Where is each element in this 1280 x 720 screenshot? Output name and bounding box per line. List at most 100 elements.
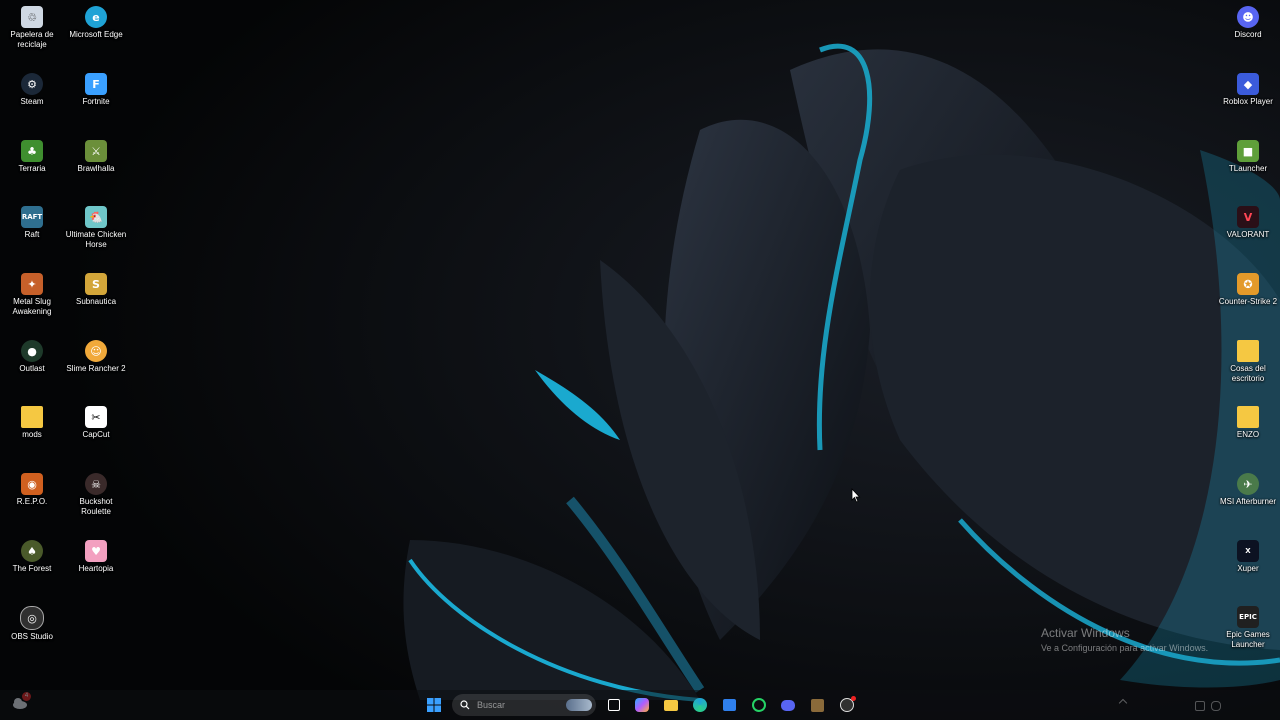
desktop-icon-slime-rancher-2[interactable]: ☺ Slime Rancher 2	[64, 337, 128, 374]
chicken-horse-icon: 🐔	[85, 206, 107, 228]
edge-icon: e	[85, 6, 107, 28]
desktop-icon-label: Heartopia	[78, 564, 114, 573]
the-forest-icon: ♠	[21, 540, 43, 562]
desktop-icon-recycle-bin[interactable]: ♲ Papelera de reciclaje	[0, 3, 64, 50]
heartopia-icon: ♥	[85, 540, 107, 562]
desktop-icon-repo[interactable]: ◉ R.E.P.O.	[0, 470, 64, 507]
desktop-icon-label: The Forest	[12, 564, 52, 573]
copilot-icon	[635, 698, 649, 712]
desktop-icon-label: Subnautica	[75, 297, 117, 306]
copilot-button[interactable]	[632, 695, 652, 715]
capcut-icon: ✂	[85, 406, 107, 428]
steam-icon: ⚙	[21, 73, 43, 95]
task-view-icon	[608, 699, 620, 711]
search-placeholder: Buscar	[477, 700, 506, 710]
start-button[interactable]	[424, 695, 444, 715]
whatsapp-icon	[752, 698, 766, 712]
desktop-icon-raft[interactable]: RAFT Raft	[0, 203, 64, 240]
watermark-title: Activar Windows	[1041, 626, 1130, 640]
network-icon[interactable]	[1195, 701, 1205, 711]
desktop-icon-metal-slug[interactable]: ✦ Metal Slug Awakening	[0, 270, 64, 317]
discord-icon: ☻	[1237, 6, 1259, 28]
desktop-icon-buckshot-roulette[interactable]: ☠ Buckshot Roulette	[64, 470, 128, 517]
task-view-button[interactable]	[604, 695, 624, 715]
desktop-icon-terraria[interactable]: ♣ Terraria	[0, 137, 64, 174]
mouse-cursor-icon	[851, 488, 861, 503]
edge-icon	[693, 698, 707, 712]
desktop-icon-capcut[interactable]: ✂ CapCut	[64, 403, 128, 440]
discord-taskbar-button[interactable]	[778, 695, 798, 715]
desktop-icon-label: Terraria	[18, 164, 46, 173]
desktop-icon-roblox-player[interactable]: ◆ Roblox Player	[1216, 70, 1280, 107]
desktop-icon-label: MSI Afterburner	[1219, 497, 1277, 506]
desktop-icon-label: Cosas del escritorio	[1230, 364, 1266, 383]
desktop-icon-ultimate-chicken-horse[interactable]: 🐔 Ultimate Chicken Horse	[64, 203, 128, 250]
buckshot-roulette-icon: ☠	[85, 473, 107, 495]
roblox-icon: ◆	[1237, 73, 1259, 95]
desktop-icon-label: Ultimate Chicken Horse	[65, 230, 127, 249]
desktop-icon-valorant[interactable]: V VALORANT	[1216, 203, 1280, 240]
desktop-icon-microsoft-edge[interactable]: e Microsoft Edge	[64, 3, 128, 40]
search-icon	[460, 700, 470, 710]
desktop-icon-msi-afterburner[interactable]: ✈ MSI Afterburner	[1216, 470, 1280, 507]
desktop-icon-label: R.E.P.O.	[16, 497, 48, 506]
slime-rancher-icon: ☺	[85, 340, 107, 362]
volume-icon[interactable]	[1211, 701, 1221, 711]
desktop-icon-label: Roblox Player	[1223, 97, 1273, 106]
search-highlight-icon	[566, 699, 592, 711]
desktop-icon-label: Slime Rancher 2	[66, 364, 126, 373]
brawlhalla-icon: ⚔	[85, 140, 107, 162]
desktop-icon-the-forest[interactable]: ♠ The Forest	[0, 537, 64, 574]
desktop-icon-label: Metal Slug Awakening	[12, 297, 52, 316]
xuper-icon: X	[1237, 540, 1259, 562]
desktop-icon-outlast[interactable]: ● Outlast	[0, 337, 64, 374]
desktop-icon-obs-studio[interactable]: ◎ OBS Studio	[0, 603, 64, 642]
desktop-icon-enzo[interactable]: ENZO	[1216, 403, 1280, 440]
valorant-icon: V	[1237, 206, 1259, 228]
folder-icon	[21, 406, 43, 428]
file-explorer-button[interactable]	[661, 695, 681, 715]
desktop-icon-fortnite[interactable]: F Fortnite	[64, 70, 128, 107]
desktop-icon-steam[interactable]: ⚙ Steam	[0, 70, 64, 107]
desktop-icon-mods[interactable]: mods	[0, 403, 64, 440]
desktop-icon-label: Outlast	[19, 364, 45, 373]
desktop-icon-label: ENZO	[1236, 430, 1260, 439]
winrar-icon	[810, 698, 824, 712]
raft-icon: RAFT	[21, 206, 43, 228]
desktop-icon-label: Discord	[1234, 30, 1262, 39]
taskbar-search[interactable]: Buscar	[452, 694, 596, 716]
fortnite-icon: F	[85, 73, 107, 95]
watermark-subtitle: Ve a Configuración para activar Windows.	[1041, 643, 1209, 653]
discord-icon	[781, 699, 795, 711]
counter-strike-icon: ✪	[1237, 273, 1259, 295]
repo-icon: ◉	[21, 473, 43, 495]
taskbar: Buscar	[0, 690, 1280, 720]
folder-icon	[1237, 406, 1259, 428]
outlast-icon: ●	[21, 340, 43, 362]
desktop-icon-brawlhalla[interactable]: ⚔ Brawlhalla	[64, 137, 128, 174]
desktop-icon-counter-strike-2[interactable]: ✪ Counter-Strike 2	[1216, 270, 1280, 307]
desktop-icon-label: Microsoft Edge	[69, 30, 123, 39]
microsoft-store-button[interactable]	[719, 695, 739, 715]
file-explorer-icon	[664, 699, 678, 711]
desktop-icon-label: Fortnite	[82, 97, 110, 106]
desktop-icon-tlauncher[interactable]: ■ TLauncher	[1216, 137, 1280, 174]
desktop-icon-subnautica[interactable]: S Subnautica	[64, 270, 128, 307]
obs-taskbar-button[interactable]	[837, 695, 857, 715]
metal-slug-icon: ✦	[21, 273, 43, 295]
tlauncher-icon: ■	[1237, 140, 1259, 162]
terraria-icon: ♣	[21, 140, 43, 162]
recording-dot-icon	[851, 696, 856, 701]
desktop-icon-cosas-del-escritorio[interactable]: Cosas del escritorio	[1216, 337, 1280, 384]
desktop-icon-heartopia[interactable]: ♥ Heartopia	[64, 537, 128, 574]
desktop-icon-label: OBS Studio	[11, 632, 53, 641]
recycle-bin-icon: ♲	[21, 6, 43, 28]
desktop-icon-label: Papelera de reciclaje	[10, 30, 54, 49]
desktop-icon-xuper[interactable]: X Xuper	[1216, 537, 1280, 574]
winrar-button[interactable]	[807, 695, 827, 715]
whatsapp-button[interactable]	[749, 695, 769, 715]
desktop-icon-discord[interactable]: ☻ Discord	[1216, 3, 1280, 40]
desktop-icon-epic-games-launcher[interactable]: EPIC Epic Games Launcher	[1216, 603, 1280, 650]
edge-taskbar-button[interactable]	[690, 695, 710, 715]
activation-watermark: Activar Windows Ve a Configuración para …	[1041, 626, 1208, 653]
